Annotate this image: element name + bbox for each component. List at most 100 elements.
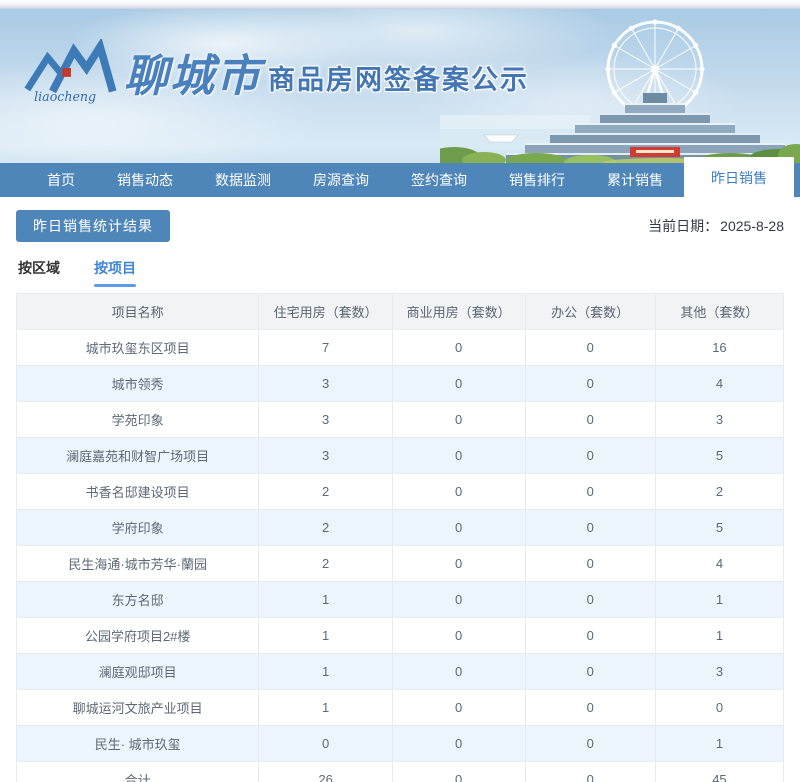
sales-table-wrap: 项目名称住宅用房（套数）商业用房（套数）办公（套数）其他（套数） 城市玖玺东区项…: [16, 293, 784, 782]
column-header: 其他（套数）: [655, 294, 783, 330]
sales-by-project-table: 项目名称住宅用房（套数）商业用房（套数）办公（套数）其他（套数） 城市玖玺东区项…: [16, 293, 784, 782]
column-header: 项目名称: [17, 294, 259, 330]
page: liaocheng 聊城市 商品房网签备案公示 首页销售动态数据监测房源查询签约…: [0, 0, 800, 782]
table-cell: 学府印象: [17, 510, 259, 546]
table-cell: 0: [392, 474, 525, 510]
view-tab[interactable]: 按区域: [18, 258, 60, 287]
nav-tab[interactable]: 昨日销售: [684, 157, 794, 197]
table-cell: 0: [392, 690, 525, 726]
nav-tab[interactable]: 累计销售: [586, 163, 684, 197]
top-strip: [0, 0, 800, 9]
table-cell: 0: [392, 366, 525, 402]
table-cell: 3: [259, 366, 392, 402]
table-row: 书香名邸建设项目2002: [17, 474, 784, 510]
table-row: 学府印象2005: [17, 510, 784, 546]
table-cell: 澜庭嘉苑和财智广场项目: [17, 438, 259, 474]
table-cell: 城市玖玺东区项目: [17, 330, 259, 366]
table-cell: 0: [525, 438, 655, 474]
table-row: 城市玖玺东区项目70016: [17, 330, 784, 366]
yesterday-sales-stats-button[interactable]: 昨日销售统计结果: [16, 210, 170, 242]
table-cell: 澜庭观邸项目: [17, 654, 259, 690]
table-cell: 1: [259, 690, 392, 726]
table-cell: 2: [259, 510, 392, 546]
table-cell: 1: [655, 726, 783, 762]
table-cell: 0: [392, 618, 525, 654]
table-cell: 0: [525, 330, 655, 366]
nav-tab[interactable]: 签约查询: [390, 163, 488, 197]
nav-tab[interactable]: 数据监测: [194, 163, 292, 197]
table-cell: 0: [525, 474, 655, 510]
table-cell: 0: [392, 762, 525, 782]
table-cell: 民生· 城市玖玺: [17, 726, 259, 762]
table-cell: 16: [655, 330, 783, 366]
site-title: 商品房网签备案公示: [268, 58, 529, 97]
table-cell: 0: [525, 510, 655, 546]
table-cell: 0: [655, 690, 783, 726]
table-cell: 0: [525, 546, 655, 582]
nav-tab[interactable]: 销售动态: [96, 163, 194, 197]
table-cell: 2: [655, 474, 783, 510]
table-cell: 0: [392, 654, 525, 690]
nav-tab[interactable]: 房源查询: [292, 163, 390, 197]
table-cell: 城市领秀: [17, 366, 259, 402]
table-cell: 0: [525, 762, 655, 782]
table-cell: 0: [392, 330, 525, 366]
table-cell: 2: [259, 546, 392, 582]
table-row: 学苑印象3003: [17, 402, 784, 438]
table-row: 聊城运河文旅产业项目1000: [17, 690, 784, 726]
table-cell: 0: [259, 726, 392, 762]
column-header: 商业用房（套数）: [392, 294, 525, 330]
table-cell: 1: [259, 582, 392, 618]
table-cell: 0: [525, 402, 655, 438]
table-cell: 3: [259, 438, 392, 474]
table-cell: 0: [525, 618, 655, 654]
table-row: 澜庭观邸项目1003: [17, 654, 784, 690]
nav-tab[interactable]: 销售排行: [488, 163, 586, 197]
table-cell: 4: [655, 546, 783, 582]
svg-text:liaocheng: liaocheng: [34, 89, 96, 104]
nav-tab[interactable]: 首页: [26, 163, 96, 197]
table-cell: 0: [525, 582, 655, 618]
table-row: 民生海通·城市芳华·蘭园2004: [17, 546, 784, 582]
table-cell: 7: [259, 330, 392, 366]
current-date: 当前日期：2025-8-28: [648, 216, 784, 236]
table-cell: 1: [655, 582, 783, 618]
nav-tabs: 首页销售动态数据监测房源查询签约查询销售排行累计销售昨日销售合同注销: [0, 163, 800, 197]
table-cell: 书香名邸建设项目: [17, 474, 259, 510]
table-cell: 5: [655, 438, 783, 474]
table-cell: 东方名邸: [17, 582, 259, 618]
table-cell: 45: [655, 762, 783, 782]
table-cell: 3: [655, 654, 783, 690]
table-cell: 1: [259, 618, 392, 654]
site-banner: liaocheng 聊城市 商品房网签备案公示: [0, 9, 800, 163]
city-name: 聊城市: [124, 40, 262, 104]
table-cell: 2: [259, 474, 392, 510]
table-cell: 公园学府项目2#楼: [17, 618, 259, 654]
column-header: 办公（套数）: [525, 294, 655, 330]
table-cell: 聊城运河文旅产业项目: [17, 690, 259, 726]
table-cell: 5: [655, 510, 783, 546]
table-row: 东方名邸1001: [17, 582, 784, 618]
table-cell: 0: [525, 726, 655, 762]
table-cell: 0: [392, 402, 525, 438]
table-cell: 0: [392, 510, 525, 546]
table-row: 澜庭嘉苑和财智广场项目3005: [17, 438, 784, 474]
table-cell: 3: [259, 402, 392, 438]
liaocheng-logo-icon: liaocheng: [22, 39, 120, 105]
toolbar: 昨日销售统计结果 当前日期：2025-8-28: [16, 210, 784, 242]
table-cell: 合计: [17, 762, 259, 782]
table-row: 公园学府项目2#楼1001: [17, 618, 784, 654]
table-row: 民生· 城市玖玺0001: [17, 726, 784, 762]
current-date-value: 2025-8-28: [720, 218, 784, 234]
table-cell: 4: [655, 366, 783, 402]
view-tabs: 按区域 按项目: [18, 258, 784, 287]
table-body: 城市玖玺东区项目70016城市领秀3004学苑印象3003澜庭嘉苑和财智广场项目…: [17, 330, 784, 782]
table-cell: 0: [392, 582, 525, 618]
table-cell: 26: [259, 762, 392, 782]
table-cell: 1: [655, 618, 783, 654]
column-header: 住宅用房（套数）: [259, 294, 392, 330]
table-row: 城市领秀3004: [17, 366, 784, 402]
table-head-row: 项目名称住宅用房（套数）商业用房（套数）办公（套数）其他（套数）: [17, 294, 784, 330]
table-cell: 1: [259, 654, 392, 690]
view-tab[interactable]: 按项目: [94, 258, 136, 287]
